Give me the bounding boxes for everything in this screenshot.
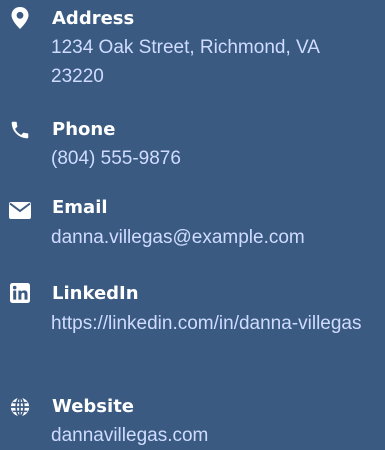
- phone-icon: [8, 118, 32, 142]
- contact-item-website: Website dannavillegas.com: [0, 392, 385, 450]
- website-label: Website: [52, 396, 135, 417]
- phone-value: (804) 555-9876: [51, 148, 181, 169]
- contact-item-address: Address 1234 Oak Street, Richmond, VA 23…: [0, 0, 385, 100]
- globe-icon: [8, 395, 32, 419]
- linkedin-label: LinkedIn: [52, 283, 139, 304]
- contact-item-phone: Phone (804) 555-9876: [0, 115, 385, 175]
- map-pin-icon: [8, 6, 32, 30]
- contact-item-linkedin: LinkedIn https://linkedin.com/in/danna-v…: [0, 281, 385, 381]
- contact-info-list: Address 1234 Oak Street, Richmond, VA 23…: [0, 0, 385, 450]
- address-value: 1234 Oak Street, Richmond, VA 23220: [51, 37, 319, 87]
- phone-label: Phone: [52, 119, 116, 140]
- address-label: Address: [52, 8, 135, 29]
- contact-item-email: Email danna.villegas@example.com: [0, 197, 385, 257]
- email-label: Email: [52, 197, 108, 218]
- linkedin-value[interactable]: https://linkedin.com/in/danna-villegas: [51, 309, 376, 338]
- linkedin-icon: [8, 281, 32, 305]
- website-value[interactable]: dannavillegas.com: [51, 421, 376, 450]
- email-value: danna.villegas@example.com: [51, 227, 305, 248]
- envelope-icon: [8, 198, 32, 222]
